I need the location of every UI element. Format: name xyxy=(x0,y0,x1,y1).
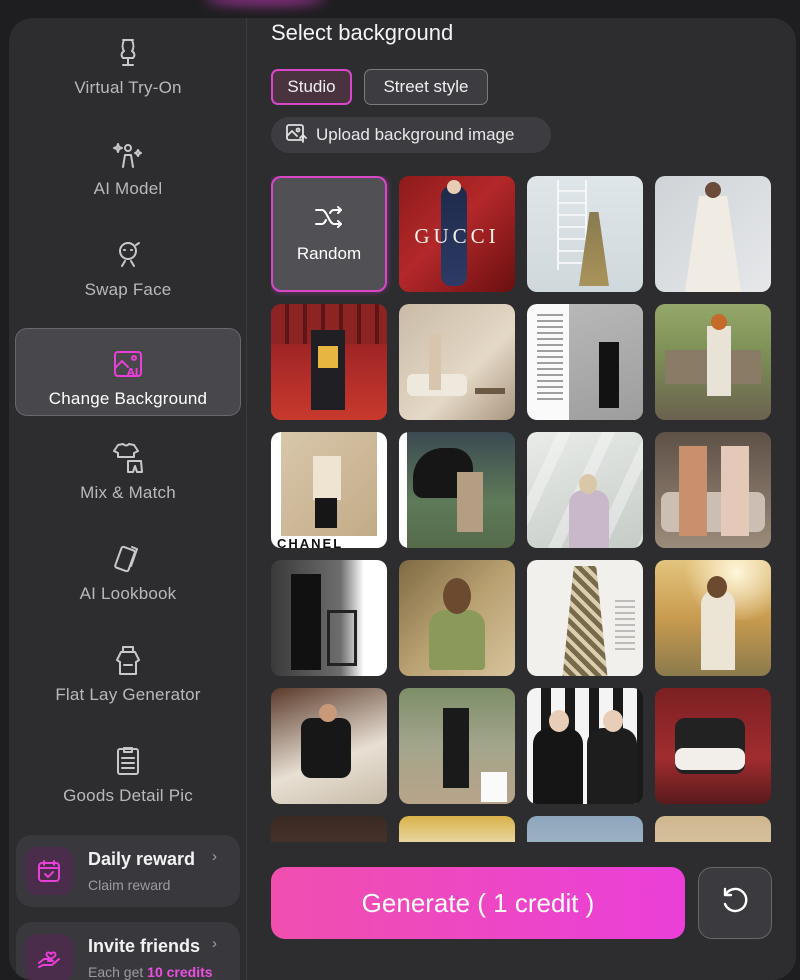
sidebar-item-change-background[interactable]: AI Change Background xyxy=(15,328,241,416)
background-thumbnail[interactable] xyxy=(655,688,771,804)
sidebar-item-goods-detail-pic[interactable]: Goods Detail Pic xyxy=(15,726,241,814)
gucci-wordmark: GUCCI xyxy=(414,224,500,248)
chanel-wordmark: CHANEL xyxy=(277,536,344,548)
upload-background-button[interactable]: Upload background image xyxy=(271,117,551,153)
background-thumbnail[interactable] xyxy=(527,432,643,548)
sidebar-item-virtual-try-on[interactable]: Virtual Try-On xyxy=(15,18,241,106)
sidebar-item-ai-lookbook[interactable]: AI Lookbook xyxy=(15,524,241,612)
background-thumbnail[interactable] xyxy=(271,304,387,420)
sidebar-item-flat-lay-generator[interactable]: Flat Lay Generator xyxy=(15,625,241,713)
background-thumbnail[interactable] xyxy=(271,688,387,804)
background-thumbnail[interactable]: CHANEL xyxy=(271,432,387,548)
shirt-shorts-icon xyxy=(111,441,145,475)
sidebar-item-label: Mix & Match xyxy=(80,483,176,502)
background-thumbnail[interactable] xyxy=(399,432,515,548)
invite-friends-subtitle: Each get 10 credits xyxy=(88,964,213,980)
background-thumbnail[interactable] xyxy=(399,560,515,676)
page-title: Select background xyxy=(271,20,454,45)
image-upload-icon xyxy=(285,122,307,149)
daily-reward-title: Daily reward xyxy=(88,849,196,869)
background-thumbnail[interactable] xyxy=(655,432,771,548)
background-thumbnail[interactable] xyxy=(655,176,771,292)
daily-reward-card[interactable]: Daily reward › Claim reward xyxy=(16,835,240,907)
background-thumbnail[interactable]: GUCCI xyxy=(399,176,515,292)
sidebar-item-swap-face[interactable]: Swap Face xyxy=(15,220,241,308)
sidebar-item-label: Goods Detail Pic xyxy=(63,786,193,805)
credits-highlight: 10 credits xyxy=(147,964,213,980)
sidebar-item-label: Swap Face xyxy=(84,280,172,299)
clipboard-list-icon xyxy=(111,744,145,778)
top-glow xyxy=(205,0,325,6)
background-thumbnail[interactable] xyxy=(655,816,771,842)
background-thumbnail[interactable] xyxy=(655,560,771,676)
invite-friends-title: Invite friends xyxy=(88,936,201,956)
sidebar-item-label: Flat Lay Generator xyxy=(55,685,201,704)
random-background-tile[interactable]: Random xyxy=(271,176,387,292)
sidebar-item-label: AI Model xyxy=(93,179,163,198)
sidebar-item-mix-match[interactable]: Mix & Match xyxy=(15,423,241,511)
dress-form-icon xyxy=(111,36,145,70)
background-thumbnail[interactable] xyxy=(527,176,643,292)
cards-icon xyxy=(111,542,145,576)
background-thumbnail[interactable] xyxy=(399,816,515,842)
sidebar-item-label: Virtual Try-On xyxy=(74,78,182,97)
background-thumbnail[interactable] xyxy=(399,304,515,420)
sidebar-item-label: AI Lookbook xyxy=(79,584,177,603)
reset-button[interactable] xyxy=(698,867,772,939)
background-thumbnail[interactable] xyxy=(399,688,515,804)
chevron-right-icon: › xyxy=(212,848,217,865)
background-thumbnail[interactable] xyxy=(271,560,387,676)
daily-reward-subtitle: Claim reward xyxy=(88,877,171,893)
upload-background-label: Upload background image xyxy=(316,125,515,144)
flat-lay-icon xyxy=(111,643,145,677)
tab-street-style[interactable]: Street style xyxy=(364,69,488,105)
background-thumbnail[interactable] xyxy=(271,816,387,842)
random-label: Random xyxy=(296,243,362,263)
sidebar-item-ai-model[interactable]: AI Model xyxy=(15,119,241,207)
main-panel: Virtual Try-On AI Model Swap Face AI Cha… xyxy=(9,18,796,980)
face-swap-icon xyxy=(111,238,145,272)
gift-heart-icon xyxy=(25,934,73,980)
svg-text:AI: AI xyxy=(127,367,138,378)
shuffle-icon xyxy=(314,205,344,234)
sparkle-person-icon xyxy=(111,137,145,171)
calendar-check-icon xyxy=(25,847,73,895)
tab-studio[interactable]: Studio xyxy=(271,69,352,105)
sidebar-item-label: Change Background xyxy=(48,389,208,408)
main-content: Select background Studio Street style Up… xyxy=(247,18,796,980)
background-grid: Random GUCCI CHANEL xyxy=(271,176,773,842)
refresh-icon xyxy=(719,885,751,922)
background-thumbnail[interactable] xyxy=(527,816,643,842)
background-thumbnail[interactable] xyxy=(527,304,643,420)
ai-image-icon: AI xyxy=(111,347,145,381)
sidebar: Virtual Try-On AI Model Swap Face AI Cha… xyxy=(9,18,247,980)
generate-button[interactable]: Generate ( 1 credit ) xyxy=(271,867,685,939)
background-thumbnail[interactable] xyxy=(655,304,771,420)
invite-friends-card[interactable]: Invite friends › Each get 10 credits xyxy=(16,922,240,980)
chevron-right-icon: › xyxy=(212,935,217,952)
background-thumbnail[interactable] xyxy=(527,688,643,804)
background-thumbnail[interactable] xyxy=(527,560,643,676)
